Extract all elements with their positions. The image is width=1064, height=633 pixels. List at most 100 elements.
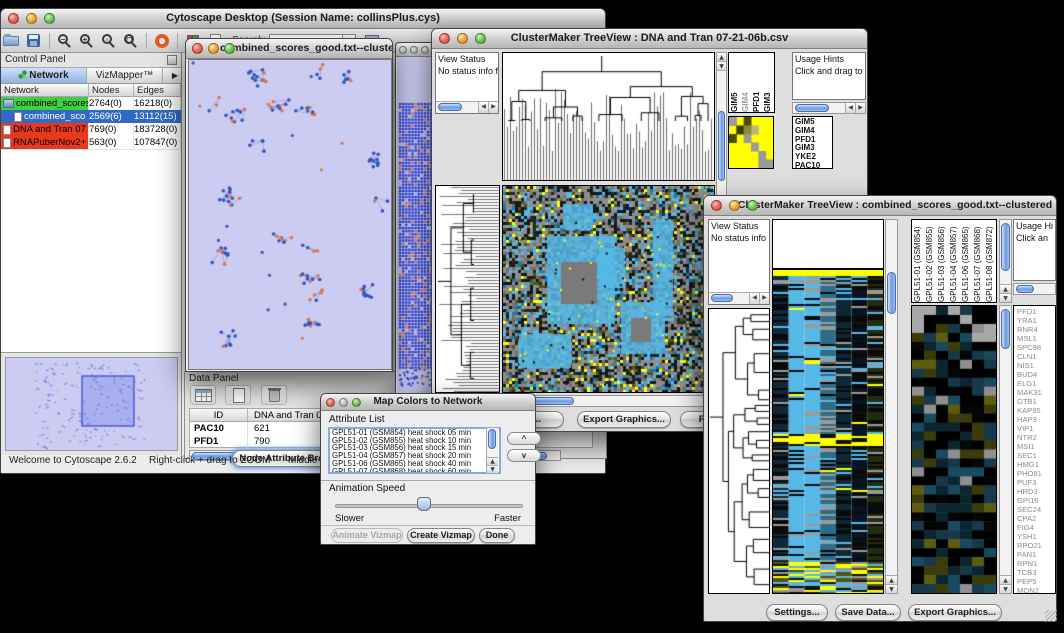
move-down-button[interactable]: v: [507, 449, 541, 462]
column-dendrogram-canvas[interactable]: [503, 53, 714, 180]
gene-label[interactable]: RNR4: [1017, 325, 1055, 334]
scroll-thumb[interactable]: [1016, 285, 1034, 293]
zoom-in-icon[interactable]: +: [77, 31, 97, 50]
gene-label[interactable]: GPI16: [1017, 496, 1055, 505]
resize-grip[interactable]: [1045, 610, 1057, 622]
row-label[interactable]: PAC10: [795, 162, 832, 169]
scroll-thumb[interactable]: [1001, 309, 1010, 349]
scroll-thumb[interactable]: [488, 429, 496, 449]
gene-label[interactable]: NTR2: [1017, 433, 1055, 442]
view-status-scrollbar[interactable]: ◀▶: [709, 292, 769, 304]
heatmap-canvas[interactable]: [503, 186, 714, 392]
close-button[interactable]: [8, 13, 19, 24]
gene-label[interactable]: BUD4: [1017, 370, 1055, 379]
gene-label[interactable]: SEC1: [1017, 451, 1055, 460]
tree2-global-heatmap-pane[interactable]: [772, 269, 884, 594]
column-label[interactable]: PFD1: [751, 53, 762, 112]
create-vizmap-button[interactable]: Create Vizmap: [407, 528, 475, 543]
scroll-thumb[interactable]: [438, 103, 462, 111]
tree1-usage-scrollbar[interactable]: ◀▶: [792, 102, 866, 114]
attribute-select-icon[interactable]: [190, 385, 216, 405]
network-view[interactable]: [188, 59, 392, 370]
gene-label[interactable]: MON2: [1017, 586, 1055, 594]
gene-label[interactable]: CLN1: [1017, 352, 1055, 361]
settings-button[interactable]: Settings...: [766, 604, 828, 621]
treeview2-titlebar[interactable]: ClusterMaker TreeView : combined_scores_…: [704, 196, 1056, 216]
done-button[interactable]: Done: [479, 528, 515, 543]
gene-label[interactable]: MSI1: [1017, 442, 1055, 451]
scroll-thumb[interactable]: [795, 104, 829, 112]
gene-label[interactable]: RPN1: [1017, 559, 1055, 568]
gene-label[interactable]: SPC98: [1017, 343, 1055, 352]
export-graphics-button[interactable]: Export Graphics...: [577, 411, 671, 428]
gene-label[interactable]: KAP95: [1017, 406, 1055, 415]
save-icon[interactable]: [24, 31, 44, 50]
animate-vizmap-button[interactable]: Animate Vizmap: [331, 528, 403, 543]
gene-label[interactable]: CPA2: [1017, 514, 1055, 523]
gene-label[interactable]: GTB1: [1017, 397, 1055, 406]
row-dendrogram-canvas[interactable]: [709, 309, 769, 593]
close-button[interactable]: [711, 200, 722, 211]
minimize-button[interactable]: [457, 33, 468, 44]
zoom-matrix-canvas[interactable]: [729, 117, 773, 168]
tree1-heatmap-pane[interactable]: [502, 185, 715, 393]
tree2-labels-vscrollbar[interactable]: ▲▼: [999, 219, 1012, 303]
column-label[interactable]: GPL51-04 (GSM857): [948, 220, 960, 302]
network-row[interactable]: RNAPuberNov2+ 563(0) 107847(0): [1, 136, 181, 149]
tab-network[interactable]: Network: [1, 68, 87, 83]
close-button[interactable]: [439, 33, 450, 44]
delete-attribute-icon[interactable]: [261, 385, 287, 405]
column-label[interactable]: GPL51-06 (GSM865): [960, 220, 972, 302]
tree1-row-dendrogram-pane[interactable]: [435, 185, 500, 393]
open-file-icon[interactable]: [2, 31, 22, 50]
scroll-thumb[interactable]: [887, 272, 896, 314]
minimize-button[interactable]: [208, 43, 219, 54]
help-lifesaver-icon[interactable]: [152, 31, 172, 50]
attribute-list-scrollbar[interactable]: ▲▼: [486, 428, 498, 473]
scroll-thumb[interactable]: [1001, 223, 1010, 271]
scroll-thumb[interactable]: [718, 111, 725, 181]
gene-label[interactable]: HRD3: [1017, 487, 1055, 496]
float-panel-icon[interactable]: [167, 55, 177, 65]
gene-label[interactable]: HMG1: [1017, 460, 1055, 469]
column-label[interactable]: GIM4: [740, 53, 751, 112]
gene-label[interactable]: PEP5: [1017, 577, 1055, 586]
minimize-button[interactable]: [410, 46, 418, 54]
column-label[interactable]: GPL51-03 (GSM856): [936, 220, 948, 302]
zoom-button[interactable]: [44, 13, 55, 24]
network-overview-canvas[interactable]: [6, 358, 177, 450]
grid-window-titlebar[interactable]: [396, 43, 436, 57]
gene-label[interactable]: YSH1: [1017, 532, 1055, 541]
main-titlebar[interactable]: Cytoscape Desktop (Session Name: collins…: [1, 9, 605, 29]
column-label[interactable]: GIM5: [729, 53, 740, 112]
gene-label[interactable]: TCB3: [1017, 568, 1055, 577]
tree1-zoom-matrix-pane[interactable]: [728, 116, 774, 169]
gene-label[interactable]: ELG1: [1017, 379, 1055, 388]
save-data-button[interactable]: Save Data...: [835, 604, 901, 621]
column-label[interactable]: GPL51-07 (GSM868): [972, 220, 984, 302]
gene-label[interactable]: PFD1: [1017, 307, 1055, 316]
map-dialog-titlebar[interactable]: Map Colors to Network: [321, 394, 535, 411]
minimize-button[interactable]: [339, 398, 348, 407]
column-label[interactable]: GPL51-08 (GSM872): [984, 220, 996, 302]
row-dendrogram-canvas[interactable]: [436, 186, 499, 392]
gene-label[interactable]: NIS1: [1017, 361, 1055, 370]
zoom-heatmap-canvas[interactable]: [912, 306, 996, 593]
column-label[interactable]: YKE2: [773, 53, 775, 112]
tab-vizmapper[interactable]: VizMapper™: [87, 68, 163, 83]
new-attribute-icon[interactable]: [225, 385, 251, 405]
slider-thumb[interactable]: [417, 497, 431, 511]
tree2-genes-vscrollbar[interactable]: ▲▼: [999, 305, 1012, 594]
network-row[interactable]: DNA and Tran 07 769(0) 183728(0): [1, 123, 181, 136]
tree1-column-dendrogram-pane[interactable]: [502, 52, 715, 181]
gene-label[interactable]: PAN1: [1017, 550, 1055, 559]
tab-overflow-arrow[interactable]: ▶: [163, 68, 181, 83]
global-heatmap-canvas[interactable]: [773, 270, 883, 593]
tree2-row-dendrogram-pane[interactable]: [708, 308, 770, 594]
view-status-scrollbar[interactable]: ◀▶: [436, 101, 498, 113]
export-graphics-button[interactable]: Export Graphics...: [908, 604, 1002, 621]
gene-label[interactable]: SEC24: [1017, 505, 1055, 514]
move-up-button[interactable]: ^: [507, 432, 541, 445]
gene-label[interactable]: VIP1: [1017, 424, 1055, 433]
close-button[interactable]: [192, 43, 203, 54]
